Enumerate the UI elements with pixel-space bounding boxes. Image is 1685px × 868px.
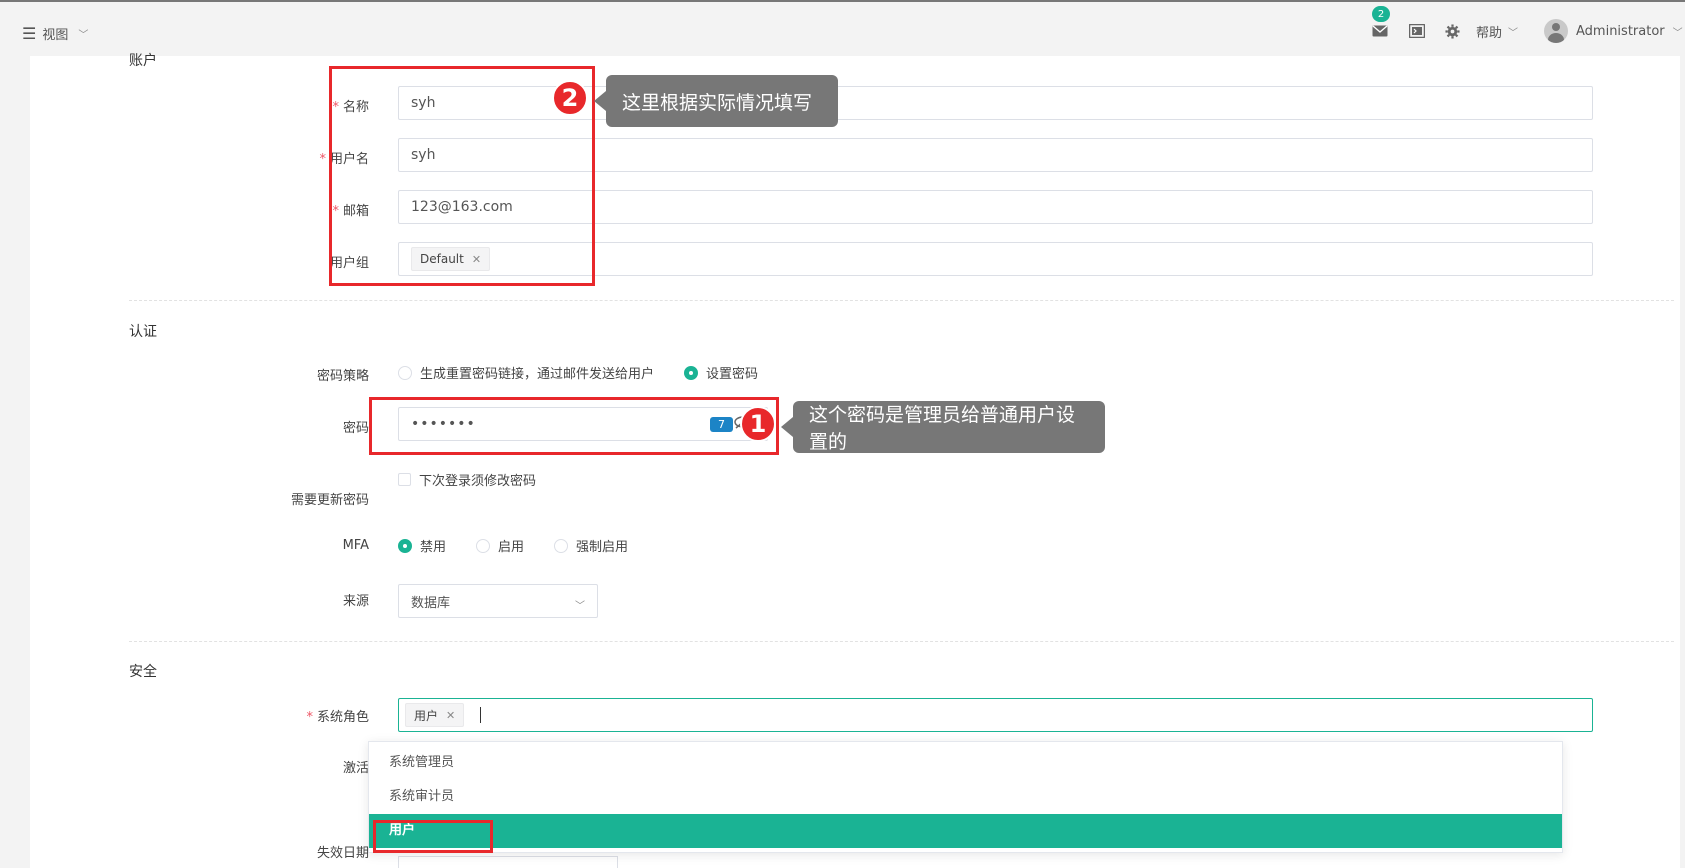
radio-icon xyxy=(476,538,491,553)
annotation-badge-1: 1 xyxy=(740,406,776,442)
chevron-down-icon: ﹀ xyxy=(575,600,585,612)
text-cursor xyxy=(480,707,482,723)
chevron-down-icon: ﹀ xyxy=(1508,28,1519,39)
policy-radio-reset-link[interactable]: 生成重置密码链接，通过邮件发送给用户 xyxy=(398,363,654,382)
section-title-auth: 认证 xyxy=(129,324,157,340)
required-icon: * xyxy=(306,710,313,725)
annotation-callout-2: 这里根据实际情况填写 xyxy=(594,75,838,127)
source-select[interactable]: 数据库 ﹀ xyxy=(398,584,598,618)
section-title-security: 安全 xyxy=(129,664,157,680)
need-update-checkbox[interactable]: 下次登录须修改密码 xyxy=(398,470,536,489)
mail-count-badge: 2 xyxy=(1372,6,1390,22)
role-select[interactable]: 用户 ✕ xyxy=(398,698,1593,732)
section-title-account: 账户 xyxy=(129,53,157,69)
expire-label: 失效日期 xyxy=(316,846,369,861)
terminal-icon[interactable] xyxy=(1408,22,1426,40)
gear-icon[interactable] xyxy=(1443,22,1461,40)
role-option-admin[interactable]: 系统管理员 xyxy=(369,746,1562,780)
role-tag: 用户 ✕ xyxy=(405,703,465,727)
top-bar: ☰ 视图 ﹀ 2 帮助 ﹀ Administrator ﹀ xyxy=(0,0,1685,56)
chevron-down-icon: ﹀ xyxy=(78,30,89,41)
active-label: 激活 xyxy=(342,761,369,776)
role-option-user[interactable]: 用户 xyxy=(369,814,1562,848)
divider xyxy=(129,641,1674,642)
checkbox-icon xyxy=(398,473,411,486)
view-menu-label: 视图 xyxy=(42,28,69,43)
view-menu[interactable]: ☰ 视图 ﹀ xyxy=(22,24,88,43)
role-dropdown: 系统管理员 系统审计员 用户 xyxy=(368,741,1563,853)
user-menu[interactable]: Administrator ﹀ xyxy=(1544,19,1683,43)
close-icon[interactable]: ✕ xyxy=(446,709,455,722)
menu-icon: ☰ xyxy=(22,23,37,43)
mfa-radio-enabled[interactable]: 启用 xyxy=(476,536,524,555)
mfa-label: MFA xyxy=(342,538,369,553)
mfa-radio-disabled[interactable]: 禁用 xyxy=(398,536,446,555)
chevron-down-icon: ﹀ xyxy=(1672,27,1683,39)
password-policy-group: 生成重置密码链接，通过邮件发送给用户 设置密码 xyxy=(398,363,788,382)
role-label: * 系统角色 xyxy=(306,710,369,725)
expire-date-input[interactable] xyxy=(398,856,618,868)
annotation-box-password xyxy=(369,397,779,455)
radio-icon xyxy=(554,538,569,553)
source-label: 来源 xyxy=(342,594,369,609)
required-icon: * xyxy=(319,152,326,167)
password-label: 密码 xyxy=(342,421,369,436)
mfa-group: 禁用 启用 强制启用 xyxy=(398,536,658,555)
help-label: 帮助 xyxy=(1476,26,1503,41)
divider xyxy=(129,300,1674,301)
policy-radio-set-password[interactable]: 设置密码 xyxy=(684,363,758,382)
radio-icon xyxy=(398,365,412,380)
role-option-auditor[interactable]: 系统审计员 xyxy=(369,780,1562,814)
radio-checked-icon xyxy=(398,538,412,553)
annotation-badge-2: 2 xyxy=(552,80,588,116)
user-name: Administrator xyxy=(1576,23,1665,39)
need-update-label: 需要更新密码 xyxy=(290,493,369,508)
annotation-box-user-option xyxy=(373,820,493,853)
radio-checked-icon xyxy=(684,365,699,380)
password-policy-label: 密码策略 xyxy=(316,369,369,384)
mfa-radio-forced[interactable]: 强制启用 xyxy=(554,536,628,555)
help-menu[interactable]: 帮助 ﹀ xyxy=(1476,22,1518,41)
annotation-callout-1: 这个密码是管理员给普通用户设置的 xyxy=(781,401,1105,453)
mail-icon[interactable] xyxy=(1371,22,1389,40)
avatar xyxy=(1544,19,1568,43)
